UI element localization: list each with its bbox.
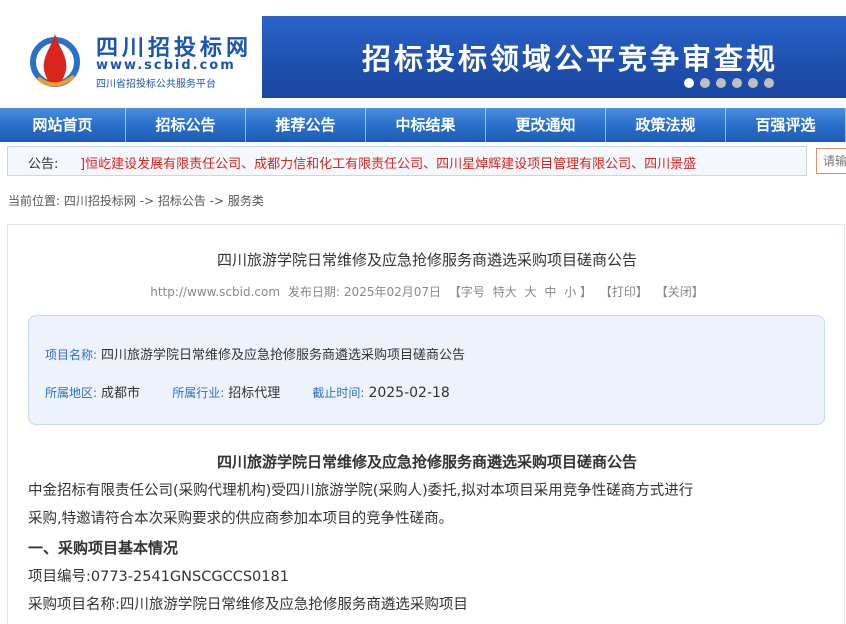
banner-dot[interactable] <box>716 78 726 88</box>
notice-label: 公告: <box>28 157 59 172</box>
banner-dot[interactable] <box>700 78 710 88</box>
body-title: 四川旅游学院日常维修及应急抢修服务商遴选采购项目磋商公告 <box>216 453 637 471</box>
nav-item-3[interactable]: 中标结果 <box>366 108 486 142</box>
font-size-m-link[interactable]: 中 <box>544 285 556 299</box>
info-row-details: 所属地区: 成都市 所属行业: 招标代理 截止时间: 2025-02-18 <box>45 382 450 401</box>
article-meta: http://www.scbid.com 发布日期: 2025年02月07日 【字… <box>8 283 846 300</box>
project-name-label: 项目名称: <box>45 348 98 362</box>
deadline-value: 2025-02-18 <box>368 385 450 401</box>
site-logo[interactable]: 四川招投标网 www.scbid.com 四川省招投标公共服务平台 <box>22 24 262 94</box>
article-title: 四川旅游学院日常维修及应急抢修服务商遴选采购项目磋商公告 <box>216 251 637 269</box>
nav-item-1[interactable]: 招标公告 <box>126 108 246 142</box>
industry-label: 所属行业: <box>172 386 225 400</box>
project-name-line: 采购项目名称:四川旅游学院日常维修及应急抢修服务商遴选采购项目 <box>28 597 468 613</box>
nav-item-6[interactable]: 百强评选 <box>726 108 846 142</box>
intro-line-2: 采购,特邀请符合本次采购要求的供应商参加本项目的竞争性磋商。 <box>28 511 454 527</box>
project-name-value: 四川旅游学院日常维修及应急抢修服务商遴选采购项目磋商公告 <box>101 348 466 363</box>
banner-pagination <box>684 78 774 88</box>
industry-value: 招标代理 <box>228 386 281 401</box>
site-header: 四川招投标网 www.scbid.com 四川省招投标公共服务平台 招标投标领域… <box>0 0 846 108</box>
region-value: 成都市 <box>101 386 141 401</box>
nav-item-0[interactable]: 网站首页 <box>0 108 126 142</box>
main-nav: 网站首页 招标公告 推荐公告 中标结果 更改通知 政策法规 百强评选 <box>0 108 846 142</box>
notice-marquee-text[interactable]: ]恒屹建设发展有限责任公司、成都力信和化工有限责任公司、四川星焯辉建设项目管理有… <box>80 153 696 172</box>
nav-item-5[interactable]: 政策法规 <box>606 108 726 142</box>
banner-dot[interactable] <box>684 78 694 88</box>
nav-item-4[interactable]: 更改通知 <box>486 108 606 142</box>
meta-site: http://www.scbid.com <box>150 285 281 299</box>
close-link[interactable]: 【关闭】 <box>656 285 704 299</box>
font-size-s-link[interactable]: 小 】 <box>564 285 592 299</box>
banner-text: 招标投标领域公平竞争审查规 <box>362 42 779 76</box>
deadline-label: 截止时间: <box>312 386 365 400</box>
info-row-name: 项目名称: 四川旅游学院日常维修及应急抢修服务商遴选采购项目磋商公告 <box>45 344 465 363</box>
nav-item-2[interactable]: 推荐公告 <box>246 108 366 142</box>
logo-subtitle: 四川省招投标公共服务平台 <box>96 79 216 90</box>
breadcrumb: 当前位置: 四川招投标网 -> 招标公告 -> 服务类 <box>8 194 264 208</box>
banner-dot[interactable] <box>732 78 742 88</box>
region-label: 所属地区: <box>45 386 98 400</box>
font-size-l-link[interactable]: 大 <box>525 285 537 299</box>
article-card: 四川旅游学院日常维修及应急抢修服务商遴选采购项目磋商公告 http://www.… <box>7 224 845 624</box>
print-link[interactable]: 【打印】 <box>600 285 648 299</box>
project-number: 项目编号:0773-2541GNSCGCCS0181 <box>28 569 289 585</box>
banner-dot[interactable] <box>748 78 758 88</box>
intro-line-1: 中金招标有限责任公司(采购代理机构)受四川旅游学院(采购人)委托,拟对本项目采用… <box>28 483 694 499</box>
logo-emblem-icon <box>30 34 80 87</box>
search-input[interactable]: 请输 <box>816 148 846 174</box>
project-info-box: 项目名称: 四川旅游学院日常维修及应急抢修服务商遴选采购项目磋商公告 所属地区: 成… <box>28 315 825 425</box>
header-banner[interactable]: 招标投标领域公平竞争审查规 <box>262 16 846 98</box>
font-size-label: 【字号 <box>448 285 485 299</box>
logo-url: www.scbid.com <box>96 58 236 73</box>
notice-bar: 公告: ]恒屹建设发展有限责任公司、成都力信和化工有限责任公司、四川星焯辉建设项… <box>7 146 807 176</box>
meta-date: 2025年02月07日 <box>343 285 442 299</box>
banner-dot[interactable] <box>764 78 774 88</box>
section-heading: 一、采购项目基本情况 <box>28 539 179 557</box>
font-size-xl-link[interactable]: 特大 <box>493 285 517 299</box>
meta-date-label: 发布日期: <box>287 285 340 299</box>
